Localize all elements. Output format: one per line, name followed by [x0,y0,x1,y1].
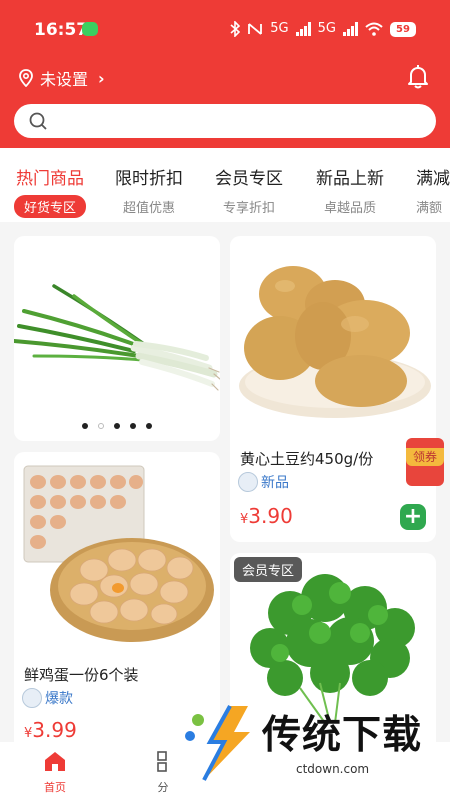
nfc-icon [248,23,263,35]
chevron-right-icon: › [98,68,105,88]
watermark-logo: 传统下载 ctdown.com [180,700,430,782]
nav-category[interactable]: 分 [156,750,170,795]
status-bar: 16:57 5G 5G 59 [0,0,450,58]
tab-discount[interactable]: 限时折扣 超值优惠 [115,164,183,216]
carousel-dot[interactable] [114,423,120,429]
tab-title: 满减 [416,169,450,189]
product-price: ¥3.99 [24,718,77,742]
tab-title: 限时折扣 [115,169,183,189]
member-badge: 会员专区 [234,557,303,582]
tag-text: 新品 [261,475,289,491]
tab-subtitle: 满额 [416,201,443,216]
tab-new[interactable]: 新品上新 卓越品质 [316,164,384,216]
home-icon [45,752,65,771]
battery-icon: 59 [390,21,416,37]
category-icon [157,751,167,772]
watermark-title: 传统下载 [262,713,423,758]
tab-subtitle: 卓越品质 [323,201,376,216]
wifi-icon [365,22,383,36]
tab-title: 新品上新 [316,169,384,189]
product-tag: 新品 [238,472,289,492]
signal-icon-2 [343,22,358,36]
message-icon [82,22,98,36]
net-label-2: 5G [317,21,336,36]
banner-card[interactable] [14,236,220,441]
watermark-site: ctdown.com [296,762,370,776]
tab-member[interactable]: 会员专区 专享折扣 [215,164,283,216]
search-input[interactable] [14,104,436,138]
tab-subtitle: 好货专区 [14,195,87,218]
tab-hot[interactable]: 热门商品 好货专区 [14,164,87,218]
location-selector[interactable]: 未设置 › [18,67,105,89]
tag-text: 爆款 [45,691,73,707]
product-name: 黄心土豆约450g/份 [240,450,374,468]
product-name: 鲜鸡蛋一份6个装 [24,666,139,684]
eggs-image [23,465,214,642]
nav-home[interactable]: 首页 [42,750,68,795]
tag-logo-icon [22,688,42,708]
tab-subtitle: 超值优惠 [122,201,175,216]
tab-fullreduce[interactable]: 满减 满额 [416,164,450,216]
price-value: 3.99 [32,718,77,742]
header: 16:57 5G 5G 59 未设置 › [0,0,450,148]
search-icon [29,112,47,130]
location-pin-icon [19,69,33,87]
carousel-dot[interactable] [82,423,88,429]
add-to-cart-button[interactable]: + [400,504,426,530]
potato-image [239,266,431,418]
category-tabs: 热门商品 好货专区 限时折扣 超值优惠 会员专区 专享折扣 新品上新 卓越品质 … [0,148,450,222]
status-time: 16:57 [34,20,89,40]
signal-icon-1 [295,22,311,36]
location-label: 未设置 [40,70,89,89]
tab-title: 会员专区 [215,169,283,189]
nav-label: 分 [157,781,169,794]
net-label-1: 5G [270,21,289,36]
carousel-dot[interactable] [130,423,136,429]
watermark-mark-icon [185,705,250,781]
tab-subtitle: 专享折扣 [222,201,275,216]
coupon-button[interactable]: 领券 [406,438,444,486]
status-icons: 5G 5G 59 [230,19,416,39]
nav-label: 首页 [44,781,66,794]
tab-title: 热门商品 [16,169,84,189]
product-card-potato[interactable]: 黄心土豆约450g/份 新品 ¥3.90 + [230,236,436,542]
tag-logo-icon [238,472,258,492]
price-value: 3.90 [248,504,293,528]
product-price: ¥3.90 [240,504,293,528]
green-onion-image [14,284,220,391]
product-tag: 爆款 [22,688,73,708]
bluetooth-icon [230,21,241,37]
bell-icon[interactable] [406,64,430,90]
carousel-dot[interactable] [146,423,152,429]
carousel-dots [14,423,220,429]
carousel-dot[interactable] [98,423,104,429]
coupon-label: 领券 [406,448,444,466]
